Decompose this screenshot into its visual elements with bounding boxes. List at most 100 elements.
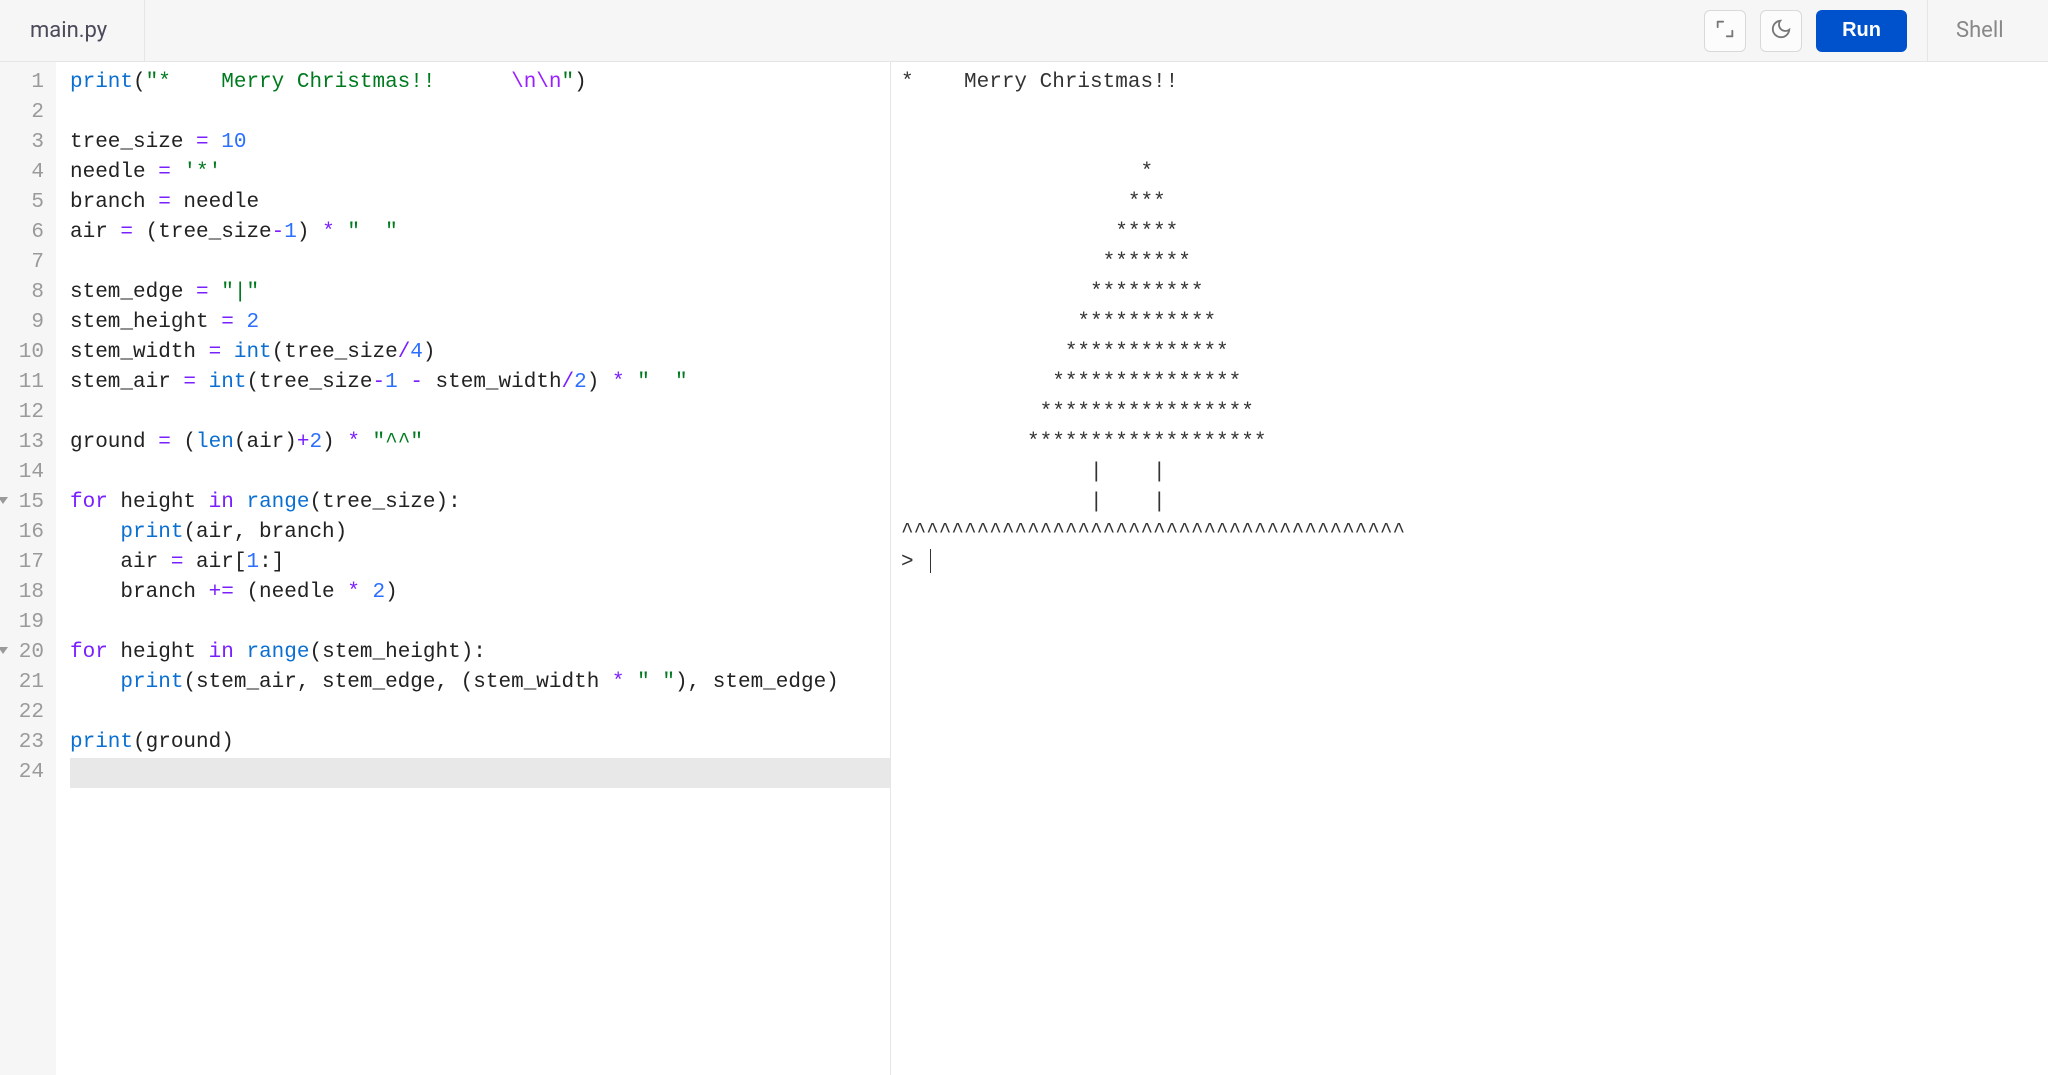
code-token: 1: [284, 221, 297, 244]
code-token: =: [158, 191, 171, 214]
shell-prompt-line[interactable]: >: [901, 548, 2048, 578]
shell-output-line: *******************: [901, 428, 2048, 458]
code-line[interactable]: [70, 698, 890, 728]
code-token: [70, 671, 120, 694]
expand-button[interactable]: [1704, 10, 1746, 52]
editor-pane[interactable]: 123456789101112131415161718192021222324 …: [0, 62, 890, 1075]
code-token: branch: [70, 191, 158, 214]
code-line[interactable]: stem_air = int(tree_size-1 - stem_width/…: [70, 368, 890, 398]
code-token: stem_width: [423, 371, 562, 394]
code-line[interactable]: stem_edge = "|": [70, 278, 890, 308]
code-token: 2: [372, 581, 385, 604]
code-line[interactable]: ground = (len(air)+2) * "^^": [70, 428, 890, 458]
code-token: =: [196, 281, 209, 304]
code-token: " ": [347, 221, 397, 244]
line-number: 7: [0, 248, 44, 278]
code-line[interactable]: [70, 758, 890, 788]
fold-arrow-icon[interactable]: [0, 497, 8, 504]
app-root: main.py Run Shell 12345678910111: [0, 0, 2048, 1075]
code-line[interactable]: print(ground): [70, 728, 890, 758]
code-token: for: [70, 641, 108, 664]
code-token: *: [612, 671, 625, 694]
line-number: 21: [0, 668, 44, 698]
code-token: [234, 641, 247, 664]
code-line[interactable]: print(air, branch): [70, 518, 890, 548]
code-token: =: [209, 341, 222, 364]
code-line[interactable]: print("* Merry Christmas!! \n\n"): [70, 68, 890, 98]
code-token: *: [612, 371, 625, 394]
code-line[interactable]: branch = needle: [70, 188, 890, 218]
code-token: air: [70, 221, 120, 244]
code-token: [335, 221, 348, 244]
shell-output-line: ***************: [901, 368, 2048, 398]
code-line[interactable]: [70, 398, 890, 428]
shell-output-line: | |: [901, 488, 2048, 518]
code-token: 2: [246, 311, 259, 334]
code-token: =: [158, 161, 171, 184]
code-line[interactable]: print(stem_air, stem_edge, (stem_width *…: [70, 668, 890, 698]
code-token: needle: [70, 161, 158, 184]
expand-icon: [1714, 18, 1736, 44]
code-token: int: [209, 371, 247, 394]
code-line[interactable]: for height in range(stem_height):: [70, 638, 890, 668]
code-token: int: [234, 341, 272, 364]
code-token: "|": [221, 281, 259, 304]
code-line[interactable]: needle = '*': [70, 158, 890, 188]
shell-output-line: *: [901, 158, 2048, 188]
fold-arrow-icon[interactable]: [0, 647, 8, 654]
code-token: [196, 371, 209, 394]
code-token: air: [70, 551, 171, 574]
shell-output-line: ***********: [901, 308, 2048, 338]
code-token: [221, 341, 234, 364]
shell-prompt: >: [901, 551, 926, 574]
code-token: " ": [637, 371, 687, 394]
code-token: for: [70, 491, 108, 514]
file-tab[interactable]: main.py: [0, 0, 145, 61]
line-number: 19: [0, 608, 44, 638]
code-area[interactable]: print("* Merry Christmas!! \n\n") tree_s…: [56, 62, 890, 1075]
code-token: range: [246, 641, 309, 664]
main-split: 123456789101112131415161718192021222324 …: [0, 62, 2048, 1075]
line-number: 5: [0, 188, 44, 218]
shell-output-pane[interactable]: * Merry Christmas!! * *** ***** ******* …: [890, 62, 2048, 1075]
code-token: ": [562, 71, 575, 94]
code-line[interactable]: stem_width = int(tree_size/4): [70, 338, 890, 368]
code-token: (stem_air, stem_edge, (stem_width: [183, 671, 611, 694]
line-number: 13: [0, 428, 44, 458]
code-line[interactable]: for height in range(tree_size):: [70, 488, 890, 518]
code-token: ground: [70, 431, 158, 454]
line-number: 10: [0, 338, 44, 368]
code-line[interactable]: [70, 608, 890, 638]
code-token: height: [108, 641, 209, 664]
code-line[interactable]: air = (tree_size-1) * " ": [70, 218, 890, 248]
line-number: 23: [0, 728, 44, 758]
code-token: branch: [70, 581, 209, 604]
code-token: (stem_height):: [309, 641, 485, 664]
code-token: stem_width: [70, 341, 209, 364]
code-token: len: [196, 431, 234, 454]
code-line[interactable]: stem_height = 2: [70, 308, 890, 338]
code-token: [234, 311, 247, 334]
code-line[interactable]: tree_size = 10: [70, 128, 890, 158]
code-line[interactable]: [70, 98, 890, 128]
code-token: stem_edge: [70, 281, 196, 304]
code-token: =: [196, 131, 209, 154]
shell-output-line: | |: [901, 458, 2048, 488]
code-token: height: [108, 491, 209, 514]
shell-tab[interactable]: Shell: [1928, 0, 2048, 61]
code-line[interactable]: branch += (needle * 2): [70, 578, 890, 608]
line-number: 9: [0, 308, 44, 338]
code-line[interactable]: [70, 248, 890, 278]
code-token: (air): [234, 431, 297, 454]
shell-output-line: [901, 98, 2048, 128]
file-tab-label: main.py: [30, 18, 107, 43]
line-number: 16: [0, 518, 44, 548]
code-token: [625, 671, 638, 694]
code-line[interactable]: air = air[1:]: [70, 548, 890, 578]
shell-output-line: *******: [901, 248, 2048, 278]
code-token: print: [120, 521, 183, 544]
moon-icon: [1770, 18, 1792, 44]
theme-toggle-button[interactable]: [1760, 10, 1802, 52]
code-line[interactable]: [70, 458, 890, 488]
run-button[interactable]: Run: [1816, 10, 1907, 52]
